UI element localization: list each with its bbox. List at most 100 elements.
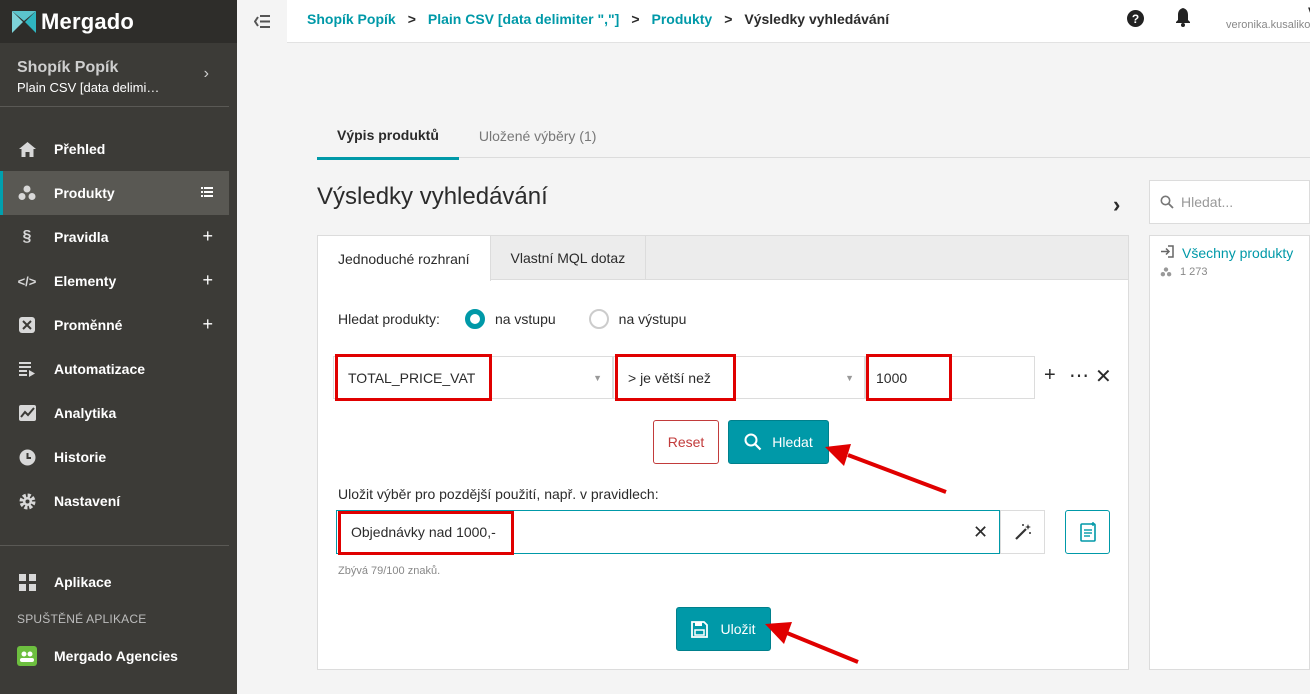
user-email: veronika.kusalikova [1226, 19, 1310, 31]
saved-selections-button[interactable] [1065, 510, 1110, 554]
gear-icon [17, 491, 37, 511]
nav-divider [0, 545, 229, 546]
char-count-hint: Zbývá 79/100 znaků. [338, 565, 441, 577]
user-name: Ve [1222, 5, 1310, 19]
bell-icon[interactable] [1175, 8, 1191, 30]
add-element-icon[interactable]: + [202, 270, 213, 291]
all-products-label: Všechny produkty [1182, 245, 1294, 261]
mergado-logo-icon [12, 10, 36, 33]
radio-output-label: na výstupu [618, 311, 687, 327]
paragraph-icon: § [22, 228, 32, 245]
code-icon: </> [17, 273, 37, 289]
nav-item-analytika[interactable]: Analytika [0, 391, 229, 435]
product-count-value: 1 273 [1180, 266, 1208, 278]
nav-label: Aplikace [54, 574, 112, 590]
radio-output[interactable] [588, 309, 609, 329]
page-title: Výsledky vyhledávání [317, 183, 548, 210]
nav-item-mergado-agencies[interactable]: Mergado Agencies [0, 634, 229, 678]
nav-item-prehled[interactable]: Přehled [0, 127, 229, 171]
floppy-disk-icon [691, 620, 709, 638]
radio-input[interactable] [464, 309, 485, 329]
search-scope: Hledat produkty: na vstupu na výstupu [338, 309, 686, 329]
breadcrumb-separator: > [724, 11, 733, 27]
save-button[interactable]: Uložit [676, 607, 771, 651]
main-tabs: Výpis produktů Uložené výběry (1) [317, 112, 616, 160]
chevron-right-icon: › [203, 65, 209, 82]
nav-item-produkty[interactable]: Produkty [0, 171, 229, 215]
breadcrumb-separator: > [631, 11, 640, 27]
user-menu[interactable]: Ve veronika.kusalikova [1222, 5, 1310, 31]
search-button[interactable]: Hledat [728, 420, 829, 464]
add-condition-icon[interactable]: + [1044, 364, 1056, 387]
all-products-link[interactable]: Všechny produkty [1160, 245, 1293, 261]
highlight-box [335, 354, 492, 401]
logo-text: Mergado [41, 8, 135, 34]
nav-item-automatizace[interactable]: Automatizace [0, 347, 229, 391]
search-button-label: Hledat [772, 434, 813, 450]
highlight-box [338, 511, 514, 555]
breadcrumb-products[interactable]: Produkty [652, 11, 713, 27]
nav-label: Přehled [54, 141, 106, 157]
selection-search-input[interactable]: Hledat... [1149, 180, 1310, 224]
tab-product-list[interactable]: Výpis produktů [317, 112, 459, 160]
clock-icon [17, 447, 37, 467]
nav-item-elementy[interactable]: </> Elementy + [0, 259, 229, 303]
main-nav: Přehled Produkty § Pravidla + </> Elemen… [0, 127, 237, 523]
selection-search-placeholder: Hledat... [1181, 194, 1234, 210]
dropdown-arrow-icon: ▼ [845, 373, 854, 383]
sign-in-icon [1160, 245, 1174, 261]
breadcrumb-current: Výsledky vyhledávání [744, 11, 890, 27]
nav-label: Automatizace [54, 361, 146, 377]
selections-list: Všechny produkty 1 273 [1149, 235, 1310, 670]
tab-simple-interface[interactable]: Jednoduché rozhraní [318, 236, 491, 281]
add-rule-icon[interactable]: + [202, 226, 213, 247]
chart-icon [17, 403, 37, 423]
nav-label: Elementy [54, 273, 117, 289]
nav-label: Nastavení [54, 493, 121, 509]
remove-condition-icon[interactable]: ✕ [1095, 364, 1112, 389]
sidebar: Mergado Shopík Popík Plain CSV [data del… [0, 0, 237, 694]
collapse-menu-icon [254, 15, 270, 28]
highlight-box [866, 354, 952, 401]
query-mode-tabs: Jednoduché rozhraní Vlastní MQL dotaz [318, 236, 1128, 281]
clear-input-icon[interactable]: ✕ [973, 522, 988, 543]
tab-custom-mql[interactable]: Vlastní MQL dotaz [491, 236, 647, 279]
collapse-sidebar-button[interactable] [237, 0, 287, 43]
tab-saved-selections[interactable]: Uložené výběry (1) [459, 112, 617, 160]
apps-section: Aplikace SPUŠTĚNÉ APLIKACE Mergado Agenc… [0, 560, 237, 678]
breadcrumb-shop[interactable]: Shopík Popík [307, 11, 396, 27]
nav-label: Produkty [54, 185, 115, 201]
product-count: 1 273 [1160, 266, 1208, 278]
reset-button[interactable]: Reset [653, 420, 719, 464]
search-panel: Jednoduché rozhraní Vlastní MQL dotaz Hl… [317, 235, 1129, 670]
nav-item-pravidla[interactable]: § Pravidla + [0, 215, 229, 259]
add-variable-icon[interactable]: + [202, 314, 213, 335]
nav-label: Proměnné [54, 317, 123, 333]
nav-label: Analytika [54, 405, 117, 421]
breadcrumb: Shopík Popík > Plain CSV [data delimiter… [307, 11, 889, 27]
running-apps-label: SPUŠTĚNÉ APLIKACE [17, 612, 147, 626]
chevron-right-icon[interactable]: › [1113, 192, 1120, 218]
breadcrumb-feed[interactable]: Plain CSV [data delimiter ","] [428, 11, 619, 27]
search-icon [744, 433, 762, 451]
more-icon[interactable]: ⋯ [1069, 363, 1089, 388]
nav-item-aplikace[interactable]: Aplikace [0, 560, 229, 604]
nav-label: Historie [54, 449, 107, 465]
nav-item-historie[interactable]: Historie [0, 435, 229, 479]
save-button-label: Uložit [720, 621, 756, 637]
nav-label: Pravidla [54, 229, 109, 245]
logo[interactable]: Mergado [0, 0, 237, 43]
topbar: Shopík Popík > Plain CSV [data delimiter… [237, 0, 1310, 43]
nav-item-promenne[interactable]: Proměnné + [0, 303, 229, 347]
shop-name: Shopík Popík [17, 59, 119, 76]
magic-wand-button[interactable] [1000, 510, 1045, 554]
list-icon[interactable] [201, 186, 213, 200]
products-icon [1160, 267, 1172, 277]
shop-switcher[interactable]: Shopík Popík Plain CSV [data delimi… › [0, 43, 229, 107]
radio-input-label: na vstupu [494, 311, 556, 327]
save-selection-label: Uložit výběr pro pozdější použití, např.… [338, 486, 659, 502]
help-icon[interactable]: ? [1127, 10, 1144, 27]
apps-grid-icon [17, 572, 37, 592]
nav-item-nastaveni[interactable]: Nastavení [0, 479, 229, 523]
feed-name: Plain CSV [data delimi… [17, 80, 160, 95]
